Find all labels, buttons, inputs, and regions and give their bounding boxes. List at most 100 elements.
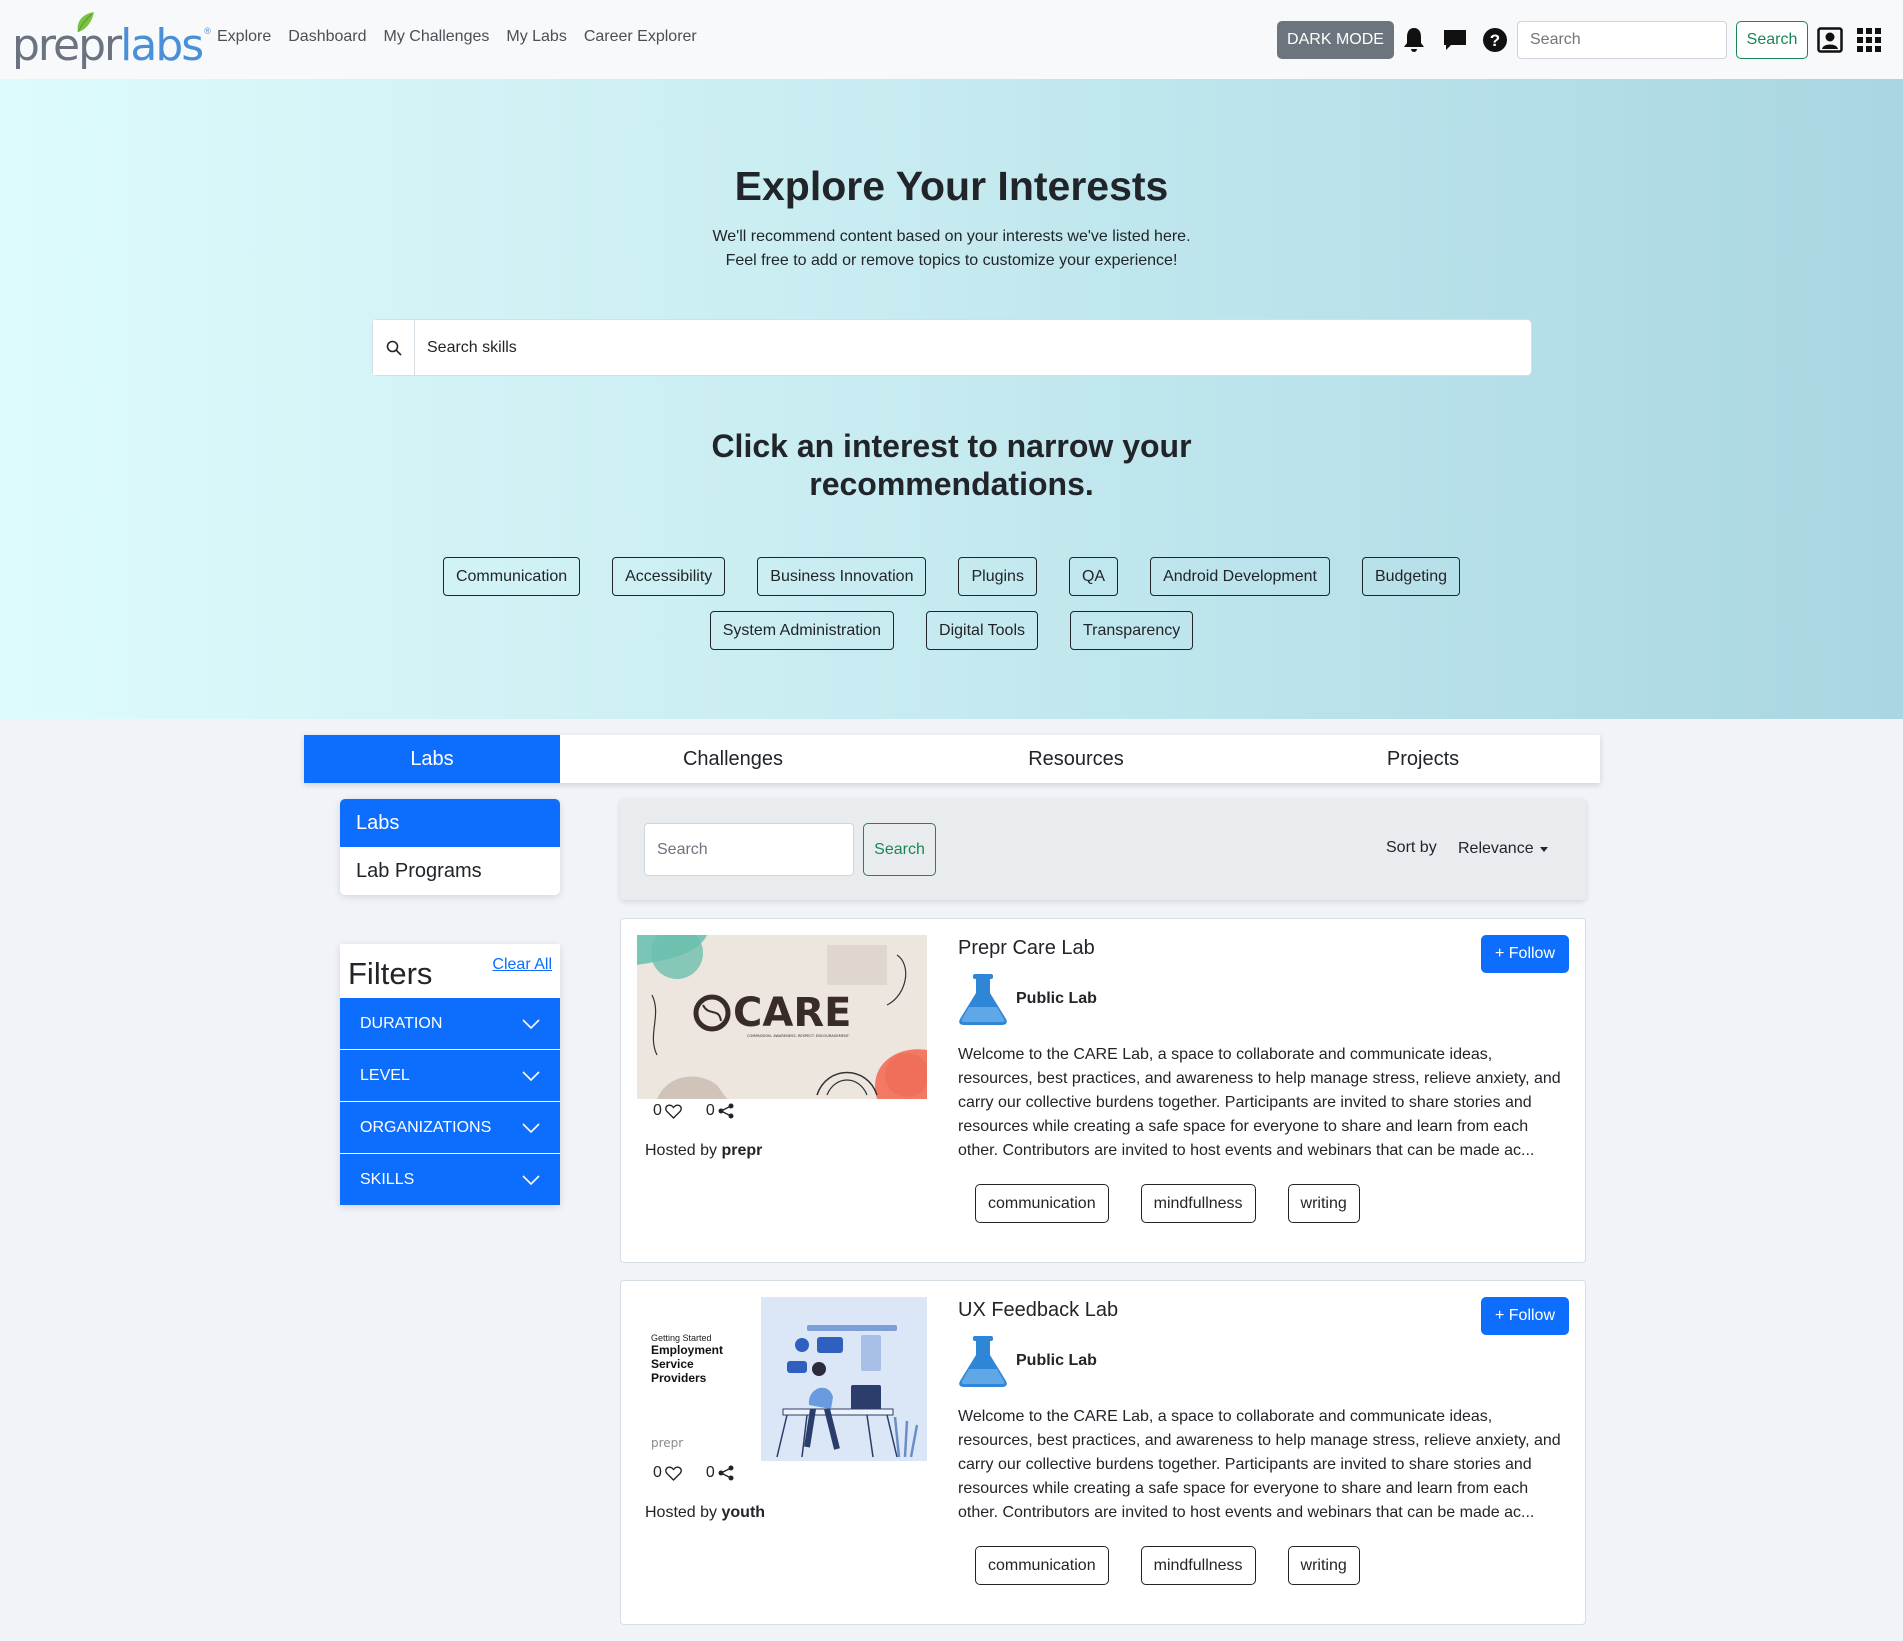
tab-labs[interactable]: Labs — [304, 735, 560, 783]
interest-chip[interactable]: System Administration — [709, 611, 895, 650]
skill-tag[interactable]: writing — [1287, 1546, 1360, 1585]
nav-explore[interactable]: Explore — [217, 28, 271, 46]
like-stat[interactable]: 0 — [653, 1464, 682, 1482]
clear-all-link[interactable]: Clear All — [492, 956, 552, 974]
skill-search-input[interactable]: Search skills — [415, 320, 517, 375]
chat-icon[interactable] — [1441, 27, 1469, 53]
interest-chip[interactable]: Transparency — [1070, 611, 1194, 650]
interest-chip[interactable]: Business Innovation — [757, 557, 927, 596]
interest-chip[interactable]: QA — [1068, 557, 1119, 596]
lab-search-button[interactable]: Search — [863, 823, 936, 876]
interests-hero: Explore Your Interests We'll recommend c… — [0, 79, 1903, 719]
header-search-button[interactable]: Search — [1736, 21, 1808, 59]
nav-dashboard[interactable]: Dashboard — [288, 28, 366, 46]
nav-my-challenges[interactable]: My Challenges — [384, 28, 490, 46]
lab-type: Public Lab — [958, 1335, 1097, 1387]
sort-dropdown[interactable]: Relevance — [1458, 840, 1548, 858]
flask-icon — [959, 1336, 1007, 1387]
lab-description: Welcome to the CARE Lab, a space to coll… — [958, 1046, 1561, 1159]
bell-icon[interactable] — [1401, 26, 1427, 54]
svg-text:COMPASSION. AWARENESS. RESPECT: COMPASSION. AWARENESS. RESPECT. ENCOURAG… — [747, 1034, 850, 1038]
filters-title: Filters — [348, 956, 433, 991]
interest-chip[interactable]: Accessibility — [612, 557, 726, 596]
lab-type: Public Lab — [958, 973, 1097, 1025]
follow-button[interactable]: + Follow — [1481, 1297, 1569, 1335]
share-icon — [718, 1465, 734, 1481]
tab-challenges[interactable]: Challenges — [560, 735, 906, 783]
svg-text:CARE: CARE — [733, 990, 851, 1036]
filter-organizations[interactable]: ORGANIZATIONS — [340, 1101, 560, 1153]
hero-title: Explore Your Interests — [734, 163, 1169, 209]
skill-tag[interactable]: mindfullness — [1140, 1546, 1256, 1585]
sort-label: Sort by — [1386, 839, 1437, 856]
chevron-down-icon — [522, 1122, 540, 1133]
like-stat[interactable]: 0 — [653, 1102, 682, 1120]
interest-chip[interactable]: Plugins — [958, 557, 1037, 596]
flask-icon — [959, 974, 1007, 1025]
filter-level[interactable]: LEVEL — [340, 1049, 560, 1101]
profile-icon[interactable] — [1817, 27, 1843, 53]
chevron-down-icon — [522, 1174, 540, 1185]
filter-skills[interactable]: SKILLS — [340, 1153, 560, 1205]
preprlabs-logo[interactable]: preprlabs ® — [12, 12, 211, 68]
content-tabs: Labs Challenges Resources Projects — [304, 735, 1600, 783]
svg-text:?: ? — [1490, 31, 1500, 50]
nav-my-labs[interactable]: My Labs — [506, 28, 566, 46]
lab-list-controls: Search Search Sort by Relevance — [620, 799, 1586, 900]
heart-icon — [665, 1466, 682, 1481]
interest-chip[interactable]: Android Development — [1150, 557, 1330, 596]
interest-chip[interactable]: Communication — [442, 557, 581, 596]
lab-search-input[interactable]: Search — [644, 823, 854, 876]
top-navbar: preprlabs ® Explore Dashboard My Challen… — [0, 0, 1903, 79]
heart-icon — [665, 1104, 682, 1119]
sub-tab-lab-programs[interactable]: Lab Programs — [340, 847, 560, 895]
svg-text:Getting Started: Getting Started — [651, 1333, 712, 1343]
skill-tag[interactable]: communication — [975, 1546, 1109, 1585]
lab-card: CARE COMPASSION. AWARENESS. RESPECT. ENC… — [620, 918, 1586, 1263]
host-name[interactable]: prepr — [722, 1142, 763, 1159]
apps-grid-icon[interactable] — [1857, 28, 1881, 52]
lab-title[interactable]: UX Feedback Lab — [958, 1299, 1118, 1322]
chevron-down-icon — [522, 1018, 540, 1029]
tab-projects[interactable]: Projects — [1246, 735, 1600, 783]
dark-mode-button[interactable]: DARK MODE — [1277, 21, 1394, 59]
follow-button[interactable]: + Follow — [1481, 935, 1569, 973]
svg-text:Service: Service — [651, 1357, 694, 1371]
leaf-icon — [77, 12, 94, 33]
hosted-by: Hosted by youth — [645, 1504, 766, 1521]
interest-chip[interactable]: Digital Tools — [926, 611, 1038, 650]
hero-subtitle: We'll recommend content based on your in… — [712, 228, 1191, 269]
skill-tag[interactable]: writing — [1287, 1184, 1360, 1223]
lab-tags: communication mindfullness writing — [975, 1184, 1360, 1223]
skill-tag[interactable]: mindfullness — [1140, 1184, 1256, 1223]
lab-tags: communication mindfullness writing — [975, 1546, 1360, 1585]
lab-description: Welcome to the CARE Lab, a space to coll… — [958, 1408, 1561, 1521]
filter-duration[interactable]: DURATION — [340, 997, 560, 1049]
skill-tag[interactable]: communication — [975, 1184, 1109, 1223]
interest-chip[interactable]: Budgeting — [1361, 557, 1461, 596]
lab-cover-image[interactable]: Getting Started Employment Service Provi… — [637, 1297, 927, 1461]
share-stat[interactable]: 0 — [706, 1102, 734, 1120]
search-icon — [373, 320, 415, 375]
lab-cover-image[interactable]: CARE COMPASSION. AWARENESS. RESPECT. ENC… — [637, 935, 927, 1099]
sub-tab-labs[interactable]: Labs — [340, 799, 560, 847]
skill-search-bar[interactable]: Search skills — [372, 319, 1532, 376]
header-search-input[interactable] — [1517, 21, 1727, 59]
interest-chips: Communication Accessibility Business Inn… — [0, 557, 1903, 650]
chevron-down-icon — [522, 1070, 540, 1081]
share-icon — [718, 1103, 734, 1119]
hosted-by: Hosted by prepr — [645, 1142, 763, 1159]
svg-text:Providers: Providers — [651, 1371, 707, 1385]
lab-stats: 0 0 — [653, 1102, 734, 1120]
lab-title[interactable]: Prepr Care Lab — [958, 937, 1095, 960]
main-nav: Explore Dashboard My Challenges My Labs … — [217, 28, 697, 46]
nav-career-explorer[interactable]: Career Explorer — [584, 28, 697, 46]
tab-resources[interactable]: Resources — [906, 735, 1246, 783]
lab-stats: 0 0 — [653, 1464, 734, 1482]
lab-card: Getting Started Employment Service Provi… — [620, 1280, 1586, 1625]
host-name[interactable]: youth — [722, 1504, 766, 1521]
svg-text:prepr: prepr — [651, 1436, 683, 1450]
filters-panel: Filters Clear All DURATION LEVEL ORGANIZ… — [340, 944, 560, 1205]
share-stat[interactable]: 0 — [706, 1464, 734, 1482]
help-icon[interactable]: ? — [1482, 27, 1508, 53]
